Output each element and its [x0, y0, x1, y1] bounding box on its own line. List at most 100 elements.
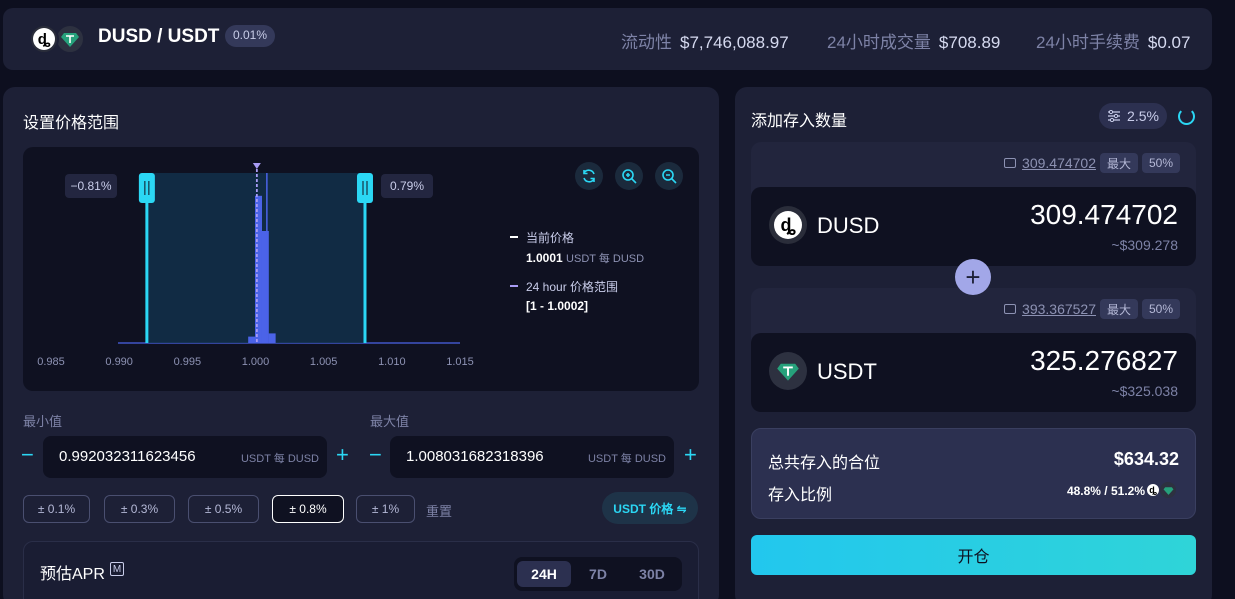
tab-24h[interactable]: 24H	[517, 561, 571, 587]
chart-legend: 当前价格 1.0001 USDT 每 DUSD 24 hour 价格范围 [1 …	[510, 229, 644, 325]
reset-button[interactable]: 重置	[426, 501, 452, 520]
dusd-max-button[interactable]: 最大	[1099, 153, 1138, 173]
legend-current-marker	[510, 236, 518, 238]
dusd-amount-input[interactable]: 309.474702	[1030, 199, 1178, 231]
wallet-icon	[1004, 304, 1017, 314]
max-label: 最大值	[370, 414, 410, 429]
liquidity-bar	[248, 336, 256, 343]
usdt-symbol: USDT	[817, 359, 877, 384]
wallet-icon	[1004, 158, 1017, 168]
legend-range-marker	[510, 285, 518, 287]
token-card-usdt: 393.367527 最大 50% USDT 325.276827 ~$325.…	[751, 288, 1196, 412]
legend-current-label: 当前价格	[526, 231, 575, 245]
dusd-icon: ȡ	[769, 206, 807, 244]
max-price-value[interactable]: 1.008031682318396	[406, 448, 544, 465]
min-price-input[interactable]: 0.992032311623456 USDT 每 DUSD	[43, 436, 327, 478]
zoom-in-icon[interactable]	[615, 162, 643, 190]
deposit-title: 添加存入数量	[751, 113, 848, 130]
dusd-amount-row[interactable]: ȡ DUSD 309.474702 ~$309.278	[751, 187, 1196, 266]
fee-tier-badge: 0.01%	[225, 25, 276, 47]
usdt-amount-input[interactable]: 325.276827	[1030, 345, 1178, 377]
pair-name: DUSD / USDT	[98, 26, 220, 47]
total-label: 总共存入的合位	[768, 455, 881, 472]
legend-current-value: 1.0001 USDT 每 DUSD	[526, 251, 645, 265]
slippage-value: 2.5%	[1127, 108, 1159, 124]
max-price-unit: USDT 每 DUSD	[587, 453, 666, 465]
legend-range-value: [1 - 1.0002]	[526, 299, 589, 313]
usdt-icon	[55, 24, 85, 54]
min-price-value[interactable]: 0.992032311623456	[59, 448, 196, 465]
tab-7d[interactable]: 7D	[571, 561, 625, 587]
legend-24h-range: 24 hour 价格范围 [1 - 1.0002]	[510, 278, 644, 313]
legend-range-label: 24 hour 价格范围	[526, 280, 619, 294]
min-range-handle[interactable]	[138, 173, 155, 203]
current-price-marker	[252, 163, 261, 169]
max-price-input[interactable]: 1.008031682318396 USDT 每 DUSD	[390, 436, 674, 478]
min-decrement-button[interactable]: −	[21, 442, 34, 468]
preset-1[interactable]: ± 1%	[356, 495, 415, 523]
min-increment-button[interactable]: +	[336, 442, 349, 468]
dusd-usd-value: ~$309.278	[1111, 237, 1178, 253]
price-range-panel: 设置价格范围 −0.81% 0.79% 0.985 0.990 0.995 1.000 1.…	[3, 87, 719, 599]
total-value: $634.32	[1113, 449, 1179, 469]
apr-box: 预估APR M 24H 7D 30D	[23, 541, 699, 599]
max-increment-button[interactable]: +	[684, 442, 697, 468]
ratio-value: 48.8% / 51.2%	[1066, 484, 1145, 498]
usdt-usd-value: ~$325.038	[1111, 383, 1178, 399]
x-tick-label: 0.995	[174, 356, 202, 368]
legend-current-price: 当前价格 1.0001 USDT 每 DUSD	[510, 229, 644, 266]
x-tick-label: 1.005	[310, 356, 338, 368]
price-range-title: 设置价格范围	[23, 115, 120, 132]
preset-0-5[interactable]: ± 0.5%	[188, 495, 259, 523]
dusd-half-button[interactable]: 50%	[1141, 153, 1180, 173]
dusd-symbol: DUSD	[817, 213, 880, 238]
max-range-handle[interactable]	[356, 173, 373, 203]
x-tick-label: 1.000	[242, 356, 270, 368]
dusd-balance[interactable]: 309.474702	[1004, 155, 1096, 171]
usdt-half-button[interactable]: 50%	[1141, 299, 1180, 319]
token-card-dusd: 309.474702 最大 50% ȡ DUSD 309.474702 ~$30…	[751, 142, 1196, 266]
x-tick-label: 1.015	[446, 356, 474, 368]
loading-spinner-icon	[1178, 108, 1195, 125]
stat-fees: 24小时手续费 $0.07	[1036, 33, 1191, 52]
stat-liquidity: 流动性 $7,746,088.97	[621, 33, 789, 52]
stat-volume: 24小时成交量 $708.89	[827, 33, 1001, 52]
apr-period-tabs: 24H 7D 30D	[514, 557, 682, 591]
liquidity-chart[interactable]: −0.81% 0.79% 0.985 0.990 0.995 1.000 1.005 1.01…	[23, 147, 699, 391]
deposit-summary: 总共存入的合位 $634.32 存入比例 48.8% / 51.2% ȡ	[751, 428, 1196, 519]
liquidity-bar	[268, 333, 276, 343]
zoom-out-icon[interactable]	[655, 162, 683, 190]
min-label: 最小值	[23, 414, 63, 429]
usdt-icon	[769, 352, 807, 390]
min-price-unit: USDT 每 DUSD	[240, 453, 319, 465]
x-tick-label: 0.990	[105, 356, 133, 368]
tab-30d[interactable]: 30D	[625, 561, 679, 587]
open-position-button[interactable]: 开仓	[751, 535, 1196, 575]
dusd-icon: ȡ	[29, 24, 59, 54]
liquidity-bar	[261, 231, 269, 343]
preset-0-3[interactable]: ± 0.3%	[104, 495, 175, 523]
max-decrement-button[interactable]: −	[369, 442, 382, 468]
usdt-amount-row[interactable]: USDT 325.276827 ~$325.038	[751, 333, 1196, 412]
deposit-panel: 添加存入数量 2.5% 309.474702 最大 50% ȡ DUSD 309…	[735, 87, 1212, 599]
slippage-button[interactable]: 2.5%	[1099, 103, 1167, 129]
preset-0-8[interactable]: ± 0.8%	[272, 495, 344, 523]
apr-m-icon[interactable]: M	[110, 562, 124, 576]
pool-header: ȡ DUSD / USDT 0.01% 流动性 $7,746,088.97 24小…	[3, 8, 1212, 70]
settings-sliders-icon	[1108, 110, 1121, 122]
preset-0-1[interactable]: ± 0.1%	[23, 495, 90, 523]
x-tick-label: 1.010	[378, 356, 406, 368]
ratio-label: 存入比例	[768, 487, 833, 504]
usdt-price-toggle[interactable]: USDT 价格 ⇋	[602, 492, 698, 524]
plus-icon: +	[955, 259, 991, 295]
pair-icons: ȡ	[29, 24, 89, 54]
apr-title: 预估APR	[40, 566, 105, 583]
dusd-icon: ȡ	[1145, 482, 1161, 498]
usdt-balance[interactable]: 393.367527	[1004, 301, 1096, 317]
refresh-icon[interactable]	[575, 162, 603, 190]
usdt-icon	[1160, 482, 1176, 498]
min-percent-label: −0.81%	[70, 179, 111, 193]
usdt-max-button[interactable]: 最大	[1099, 299, 1138, 319]
x-tick-label: 0.985	[37, 356, 65, 368]
max-percent-label: 0.79%	[390, 179, 424, 193]
